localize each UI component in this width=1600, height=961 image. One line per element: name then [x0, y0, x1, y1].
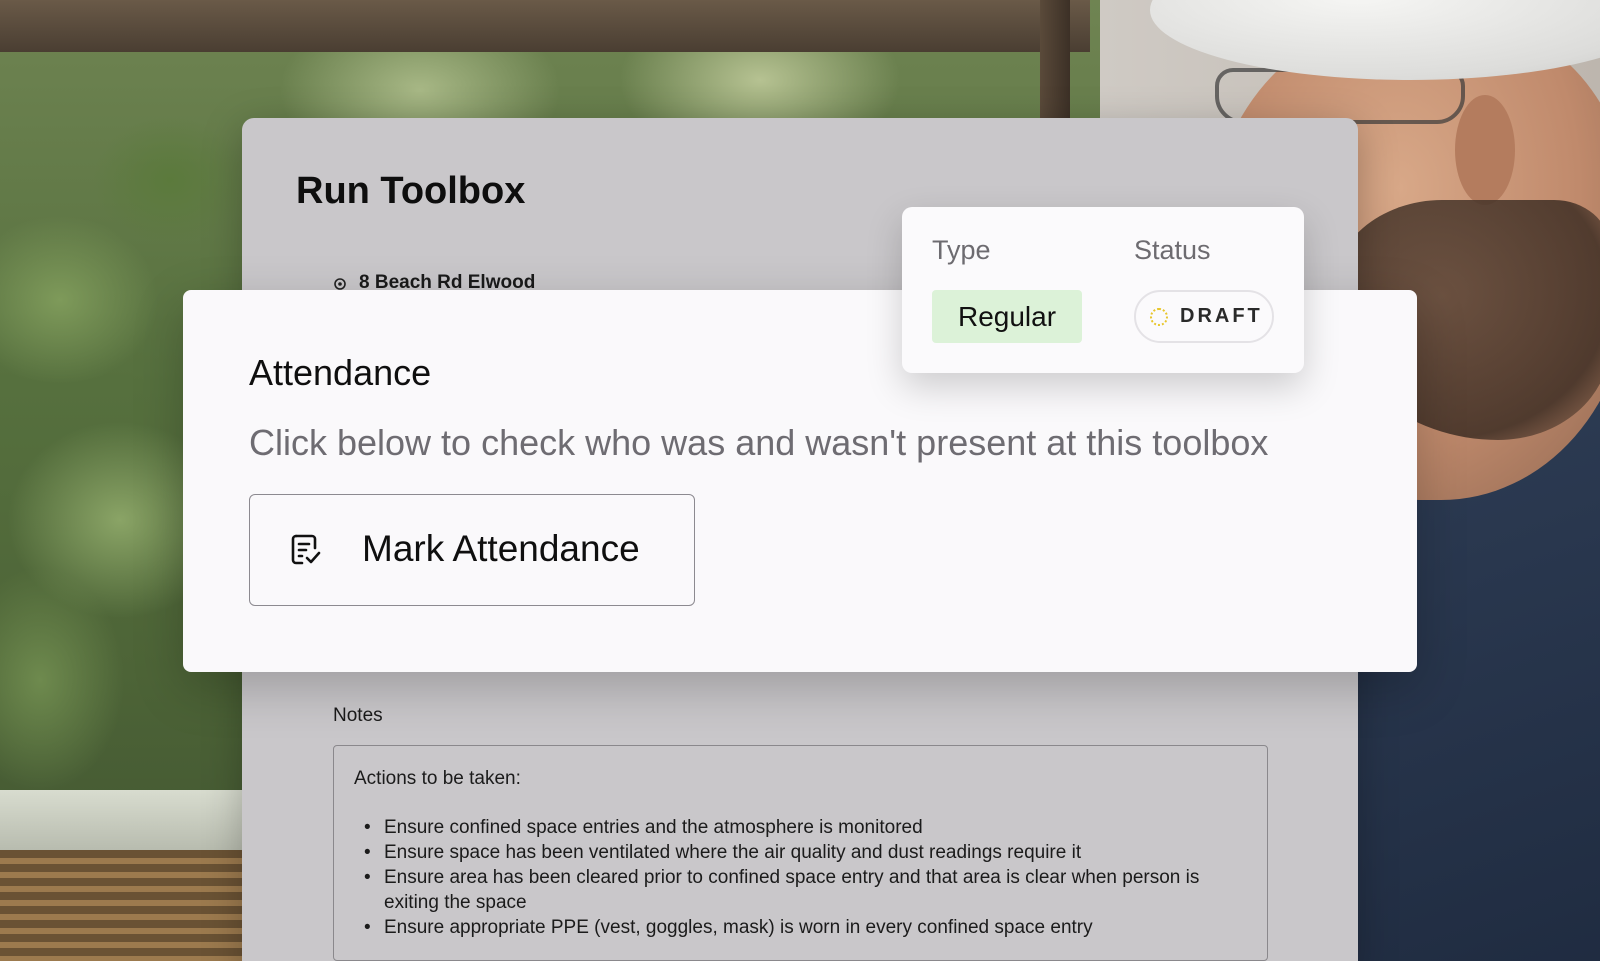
page-title: Run Toolbox	[296, 170, 526, 212]
list-item: Ensure confined space entries and the at…	[354, 815, 1247, 840]
list-item: Ensure appropriate PPE (vest, goggles, m…	[354, 915, 1247, 940]
window-frame	[0, 0, 1090, 52]
location-pin-icon	[333, 276, 347, 290]
type-badge: Regular	[932, 290, 1082, 343]
status-badge: DRAFT	[1134, 290, 1274, 343]
checklist-icon	[290, 533, 322, 567]
status-label: Status	[1134, 235, 1211, 265]
list-item: Ensure area has been cleared prior to co…	[354, 865, 1247, 915]
list-item: Ensure space has been ventilated where t…	[354, 840, 1247, 865]
status-text: DRAFT	[1180, 305, 1263, 327]
attendance-title: Attendance	[249, 352, 432, 393]
draft-status-icon	[1150, 307, 1168, 326]
worker-ear	[1455, 95, 1515, 205]
notes-textarea[interactable]: Actions to be taken: Ensure confined spa…	[333, 745, 1268, 961]
type-label: Type	[932, 235, 991, 265]
type-status-card: Type Status Regular DRAFT	[902, 207, 1304, 373]
mark-attendance-label: Mark Attendance	[362, 528, 640, 569]
notes-heading: Actions to be taken:	[354, 768, 521, 789]
notes-list: Ensure confined space entries and the at…	[354, 815, 1247, 940]
attendance-description: Click below to check who was and wasn't …	[249, 422, 1269, 463]
notes-label: Notes	[333, 705, 383, 726]
mark-attendance-button[interactable]: Mark Attendance	[249, 494, 695, 606]
